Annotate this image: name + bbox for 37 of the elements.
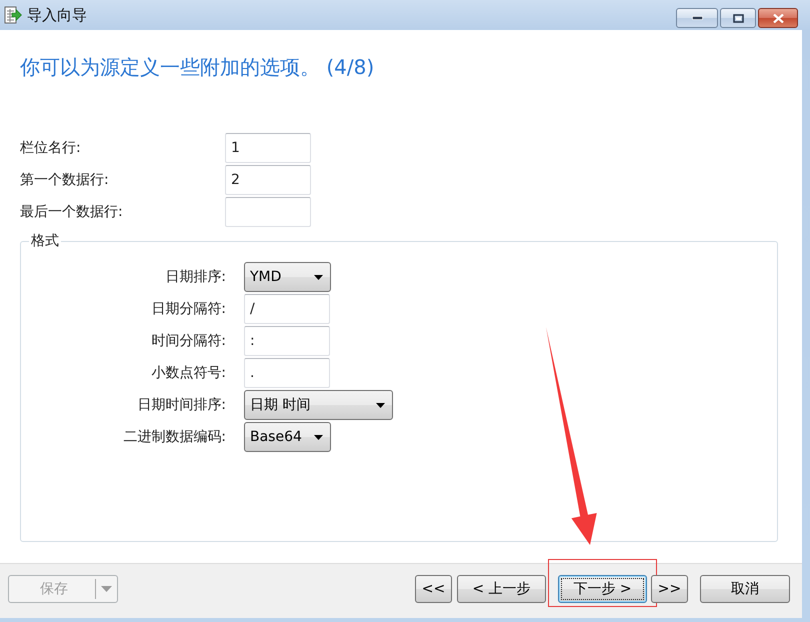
caret-icon [101, 586, 112, 592]
field-label: 日期排序: [164, 268, 226, 286]
dropdown[interactable]: Base64 [244, 422, 331, 452]
field-label: 日期分隔符: [150, 300, 226, 318]
caret-icon [314, 434, 323, 440]
field-label: 日期时间排序: [136, 396, 226, 414]
field-label: 时间分隔符: [150, 332, 226, 350]
field-label: 二进制数据编码: [122, 428, 226, 446]
minimize-icon [692, 16, 702, 20]
field-label: 第一个数据行: [20, 171, 110, 189]
last-page-button[interactable]: >> [651, 575, 688, 603]
first-page-button[interactable]: << [415, 575, 452, 603]
close-button[interactable] [758, 8, 798, 28]
window-title: 导入向导 [27, 6, 87, 24]
group-title: 格式 [30, 233, 60, 249]
minimize-button[interactable] [676, 8, 718, 28]
input-field[interactable]: / [244, 294, 330, 324]
dropdown[interactable]: 日期 时间 [244, 390, 393, 420]
input-field[interactable] [225, 197, 311, 227]
caret-icon [314, 274, 323, 280]
field-label: 栏位名行: [20, 139, 82, 157]
cancel-button[interactable]: 取消 [700, 575, 790, 603]
next-button[interactable]: 下一步 > [558, 575, 647, 603]
input-field[interactable]: . [244, 358, 330, 388]
caret-icon [376, 402, 385, 408]
input-field[interactable]: 2 [225, 165, 311, 195]
sheet-arrow-icon [4, 6, 22, 24]
input-field[interactable]: : [244, 326, 330, 356]
field-label: 最后一个数据行: [20, 203, 124, 221]
back-button[interactable]: < 上一步 [457, 575, 546, 603]
dropdown[interactable]: YMD [244, 262, 331, 292]
close-icon [772, 14, 784, 22]
input-field[interactable]: 1 [225, 133, 311, 163]
maximize-button[interactable] [720, 8, 756, 28]
maximize-icon [732, 14, 744, 22]
field-label: 小数点符号: [150, 364, 226, 382]
step-heading: 你可以为源定义一些附加的选项。 (4/8) [20, 55, 376, 79]
